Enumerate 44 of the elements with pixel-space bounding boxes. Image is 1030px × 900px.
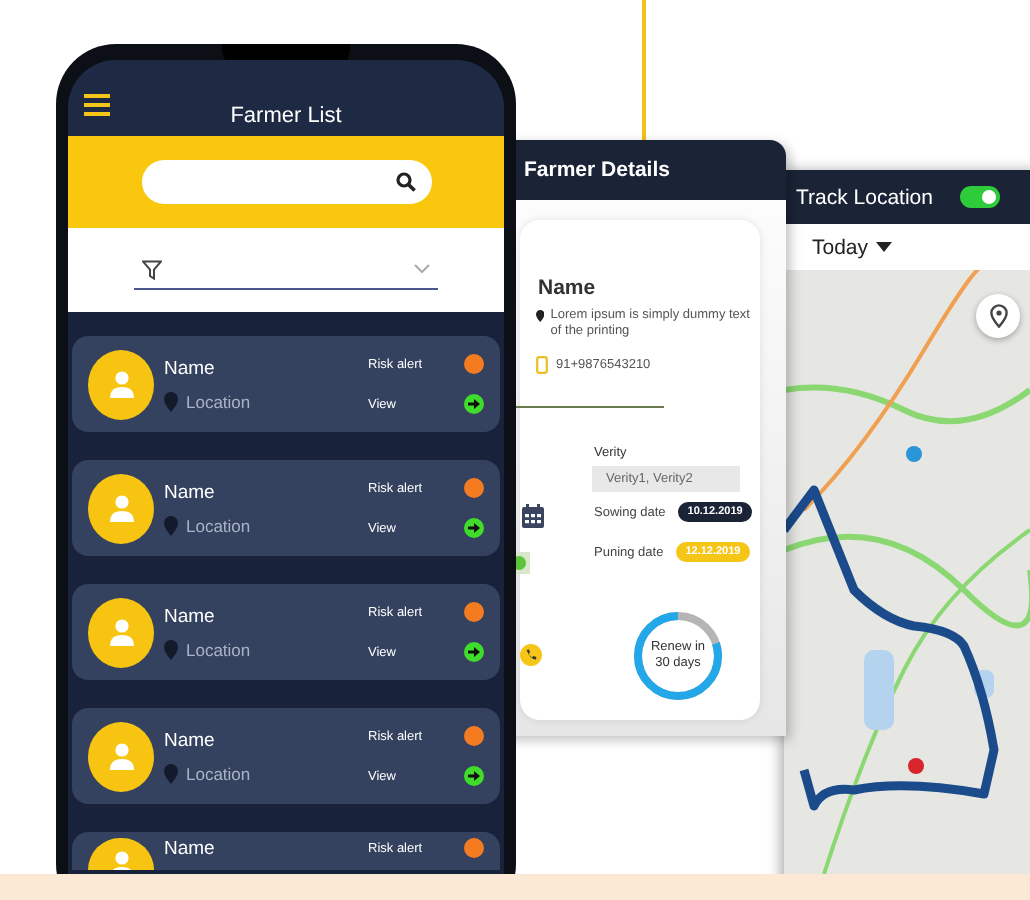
arrow-right-icon[interactable] xyxy=(464,766,484,786)
farmer-name: Name xyxy=(164,605,217,627)
farmer-name: Name xyxy=(164,481,217,503)
farmer-name: Name xyxy=(164,357,217,379)
risk-alert-dot xyxy=(464,838,484,858)
screen-title: Track Location xyxy=(796,185,933,209)
arrow-right-icon[interactable] xyxy=(464,642,484,662)
farmer-location: Location xyxy=(186,391,251,411)
arrow-right-icon[interactable] xyxy=(464,518,484,538)
farmer-name: Name xyxy=(538,276,596,300)
avatar-icon xyxy=(88,349,154,419)
tracking-toggle[interactable] xyxy=(960,186,1001,208)
avatar-icon xyxy=(88,721,154,791)
farmer-name: Name xyxy=(164,729,217,751)
location-pin-icon xyxy=(536,308,545,324)
location-pin-icon xyxy=(164,391,178,411)
search-field[interactable] xyxy=(141,160,431,204)
farmer-name: Name xyxy=(164,838,217,860)
avatar-icon xyxy=(88,473,154,543)
farmer-location: Location xyxy=(186,639,251,659)
avatar-icon xyxy=(88,597,154,667)
avatar-icon xyxy=(88,838,154,870)
calendar-icon xyxy=(522,504,544,528)
filter-icon xyxy=(142,259,162,279)
chevron-down-icon xyxy=(414,264,430,274)
phone-call-icon xyxy=(520,644,542,666)
risk-alert-dot xyxy=(464,478,484,498)
menu-icon[interactable] xyxy=(84,93,110,115)
period-dropdown[interactable]: Today xyxy=(812,235,893,259)
location-pin-icon xyxy=(164,639,178,659)
search-icon xyxy=(395,172,415,192)
arrow-right-icon[interactable] xyxy=(464,394,484,414)
risk-alert-dot xyxy=(464,726,484,746)
risk-alert-dot xyxy=(464,354,484,374)
farmer-location: Location xyxy=(186,515,251,535)
screen-title: Farmer List xyxy=(228,104,344,128)
risk-alert-dot xyxy=(464,602,484,622)
renewal-donut xyxy=(628,606,728,706)
location-pin-icon xyxy=(164,515,178,535)
location-pin-icon xyxy=(164,763,178,783)
farmer-location: Location xyxy=(186,763,251,783)
mobile-phone-icon xyxy=(536,356,548,374)
caret-icon xyxy=(876,242,893,252)
screen-title: Farmer Details xyxy=(524,158,670,182)
